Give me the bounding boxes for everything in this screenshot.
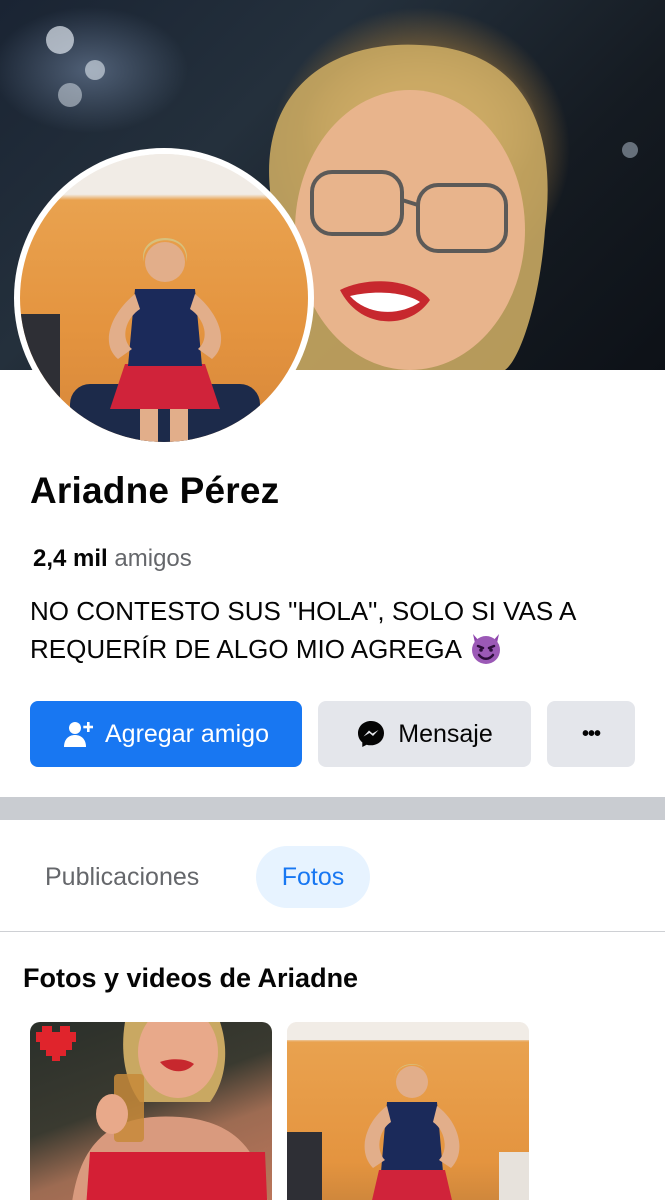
- photo-image: [287, 1022, 529, 1200]
- photo-thumbnail[interactable]: [287, 1022, 529, 1200]
- message-button[interactable]: Mensaje: [318, 701, 531, 767]
- add-friend-label: Agregar amigo: [105, 719, 269, 748]
- profile-name: Ariadne Pérez: [30, 470, 280, 511]
- message-label: Mensaje: [398, 719, 493, 748]
- more-options-button[interactable]: •••: [547, 701, 635, 767]
- more-options-icon: •••: [581, 722, 601, 745]
- smiling-devil-emoji-icon: [468, 630, 504, 666]
- add-friend-button[interactable]: Agregar amigo: [30, 701, 302, 767]
- add-friend-icon: [63, 719, 93, 749]
- messenger-icon: [356, 719, 386, 749]
- photos-section-title: Fotos y videos de Ariadne: [23, 963, 359, 993]
- photo-image: [36, 1022, 268, 1200]
- tab-fotos[interactable]: Fotos: [256, 846, 370, 908]
- profile-bio: NO CONTESTO SUS "HOLA", SOLO SI VAS A RE…: [30, 592, 650, 668]
- photo-thumbnail[interactable]: [30, 1022, 272, 1200]
- friends-count[interactable]: 2,4 mil amigos: [33, 545, 192, 573]
- heart-sticker-icon: [36, 1026, 76, 1061]
- profile-avatar[interactable]: [20, 154, 308, 442]
- tab-publicaciones[interactable]: Publicaciones: [45, 846, 199, 908]
- section-divider: [0, 797, 665, 820]
- friends-count-label: amigos: [114, 545, 192, 572]
- friends-count-number: 2,4 mil: [33, 545, 108, 572]
- tabs-divider: [0, 931, 665, 932]
- avatar-image: [20, 154, 308, 442]
